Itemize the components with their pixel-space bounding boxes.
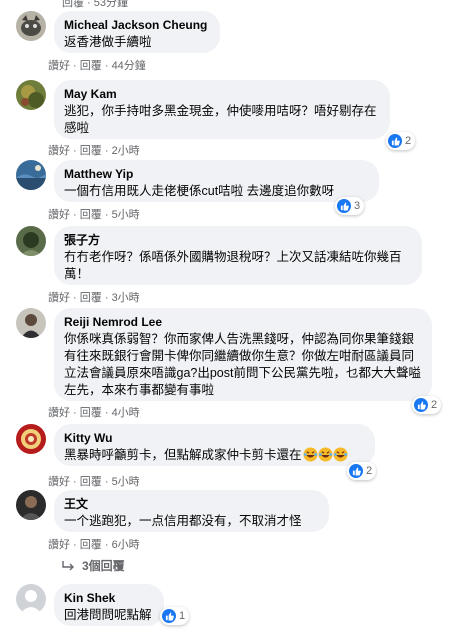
reaction-number: 1	[179, 610, 186, 622]
timestamp[interactable]: 44分鐘	[112, 60, 146, 72]
reaction-count[interactable]: 3	[335, 197, 365, 215]
like-link[interactable]: 讚好	[48, 292, 70, 304]
avatar[interactable]	[16, 160, 46, 190]
like-reaction-icon	[414, 398, 428, 412]
comment-text: 一個冇信用既人走佬梗係cut咭啦 去邊度追你數呀	[64, 184, 335, 198]
commenter-name[interactable]: 王文	[64, 496, 319, 512]
comment-text: 黑暴時呼籲剪卡，但點解成家仲卡剪卡還在	[64, 447, 365, 464]
laughing-emoji-icon	[302, 447, 318, 462]
comment-bubble: Kitty Wu 黑暴時呼籲剪卡，但點解成家仲卡剪卡還在	[54, 424, 375, 466]
reaction-count[interactable]: 2	[386, 132, 416, 150]
reaction-number: 2	[431, 399, 438, 411]
reaction-number: 3	[354, 200, 361, 212]
like-link[interactable]: 讚好	[48, 407, 70, 419]
laughing-emoji-icon	[317, 447, 333, 462]
timestamp[interactable]: 5小時	[112, 476, 140, 488]
like-reaction-icon	[337, 199, 351, 213]
view-replies-label: 3個回覆	[82, 559, 125, 573]
comment-text: 冇冇老作呀？係唔係外國購物退稅呀？上次又話凍結咗你幾百萬！	[64, 250, 402, 281]
avatar[interactable]	[16, 80, 46, 110]
like-reaction-icon	[349, 464, 363, 478]
comment-actions: 讚好 · 回覆 · 5小時	[48, 476, 140, 488]
truncated-meta: 回覆 · 53分鐘	[62, 0, 129, 9]
like-link[interactable]: 讚好	[48, 476, 70, 488]
view-replies-link[interactable]: 3個回覆	[62, 557, 125, 574]
commenter-name[interactable]: Reiji Nemrod Lee	[64, 314, 422, 330]
comment-text-content: 黑暴時呼籲剪卡，但點解成家仲卡剪卡還在	[64, 448, 302, 462]
reaction-number: 2	[405, 135, 412, 147]
avatar[interactable]	[16, 11, 46, 41]
comment-bubble: Reiji Nemrod Lee 你係咪真係弱智？你而家俾人告洗黑錢呀，仲認為同…	[54, 308, 432, 401]
timestamp[interactable]: 6小時	[112, 539, 140, 551]
comment-actions: 讚好 · 回覆 · 3小時	[48, 292, 140, 304]
timestamp[interactable]: 3小時	[112, 292, 140, 304]
comment-actions: 讚好 · 回覆 · 44分鐘	[48, 60, 146, 72]
timestamp[interactable]: 5小時	[112, 209, 140, 221]
reaction-number: 2	[366, 465, 373, 477]
commenter-name[interactable]: Kin Shek	[64, 590, 154, 606]
comment-text: 一个逃跑犯，一点信用都没有，不取消才怪	[64, 514, 302, 528]
like-reaction-icon	[388, 134, 402, 148]
timestamp[interactable]: 2小時	[112, 145, 140, 157]
reaction-count[interactable]: 1	[160, 607, 190, 625]
reply-link[interactable]: 回覆	[80, 145, 102, 157]
comment-text: 你係咪真係弱智？你而家俾人告洗黑錢呀，仲認為同你果筆錢銀有往來既銀行會開卡俾你同…	[64, 332, 421, 397]
comment-actions: 讚好 · 回覆 · 5小時	[48, 209, 140, 221]
comment-actions: 讚好 · 回覆 · 4小時	[48, 407, 140, 419]
avatar[interactable]	[16, 308, 46, 338]
like-link[interactable]: 讚好	[48, 60, 70, 72]
reply-link[interactable]: 回覆	[80, 60, 102, 72]
like-reaction-icon	[162, 609, 176, 623]
comment-bubble: 王文 一个逃跑犯，一点信用都没有，不取消才怪	[54, 490, 329, 532]
avatar[interactable]	[16, 226, 46, 256]
commenter-name[interactable]: 張子方	[64, 232, 412, 248]
comment-bubble: Kin Shek 回港問問呢點解	[54, 584, 164, 626]
comment-bubble: Matthew Yip 一個冇信用既人走佬梗係cut咭啦 去邊度追你數呀	[54, 160, 379, 202]
comment-actions: 讚好 · 回覆 · 6小時	[48, 539, 140, 551]
reply-link[interactable]: 回覆	[80, 407, 102, 419]
like-link[interactable]: 讚好	[48, 145, 70, 157]
avatar[interactable]	[16, 584, 46, 614]
avatar[interactable]	[16, 424, 46, 454]
commenter-name[interactable]: May Kam	[64, 86, 380, 102]
reply-arrow-icon	[62, 560, 74, 570]
comment-bubble: Micheal Jackson Cheung 返香港做手續啦	[54, 11, 220, 53]
comment-text: 返香港做手續啦	[64, 35, 152, 49]
avatar[interactable]	[16, 490, 46, 520]
reply-link[interactable]: 回覆	[80, 292, 102, 304]
commenter-name[interactable]: Micheal Jackson Cheung	[64, 17, 210, 33]
reply-link[interactable]: 回覆	[80, 476, 102, 488]
reply-link[interactable]: 回覆	[80, 209, 102, 221]
reaction-count[interactable]: 2	[347, 462, 377, 480]
timestamp[interactable]: 4小時	[112, 407, 140, 419]
laughing-emoji-icon	[332, 447, 348, 462]
commenter-name[interactable]: Matthew Yip	[64, 166, 369, 182]
comment-actions: 讚好 · 回覆 · 2小時	[48, 145, 140, 157]
comment-text: 回港問問呢點解	[64, 608, 152, 622]
reaction-count[interactable]: 2	[412, 396, 442, 414]
like-link[interactable]: 讚好	[48, 539, 70, 551]
commenter-name[interactable]: Kitty Wu	[64, 430, 365, 446]
comment-bubble: May Kam 逃犯，你手持咁多黑金現金，仲使嘜用咭呀？唔好剔存在感啦	[54, 80, 390, 139]
comment-bubble: 張子方 冇冇老作呀？係唔係外國購物退稅呀？上次又話凍結咗你幾百萬！	[54, 226, 422, 285]
like-link[interactable]: 讚好	[48, 209, 70, 221]
comment-text: 逃犯，你手持咁多黑金現金，仲使嘜用咭呀？唔好剔存在感啦	[64, 104, 377, 135]
reply-link[interactable]: 回覆	[80, 539, 102, 551]
